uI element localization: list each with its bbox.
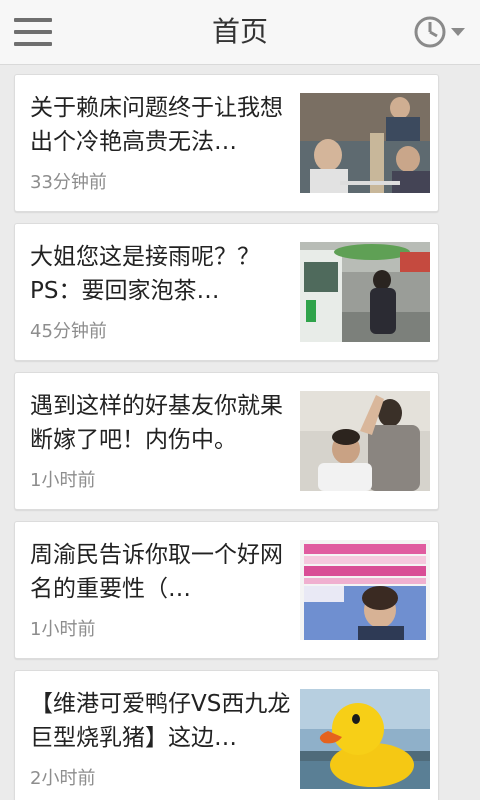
video-thumbnail [300, 93, 430, 193]
umbrella-photo [300, 242, 430, 342]
rubber-duck-photo [300, 689, 430, 789]
history-button[interactable] [412, 14, 468, 50]
feed-item[interactable]: 关于赖床问题终于让我想出个冷艳高贵无法… 33分钟前 [14, 74, 439, 212]
feed-item-time: 1小时前 [30, 619, 96, 640]
clock-icon [414, 16, 465, 48]
feed-item-title: 周渝民告诉你取一个好网名的重要性（… [30, 542, 283, 602]
page-title: 首页 [211, 15, 268, 48]
dropdown-arrow-icon [451, 28, 465, 36]
feed-item[interactable]: 遇到这样的好基友你就果断嫁了吧！内伤中。 1小时前 [14, 372, 439, 510]
feed-item-title: 大姐您这是接雨呢？？PS：要回家泡茶… [30, 244, 260, 304]
feed-item-time: 45分钟前 [30, 321, 107, 342]
feed-item-title: 遇到这样的好基友你就果断嫁了吧！内伤中。 [30, 393, 283, 453]
feed-item-time: 1小时前 [30, 470, 96, 491]
feed-item[interactable]: 大姐您这是接雨呢？？PS：要回家泡茶… 45分钟前 [14, 223, 439, 361]
feed-item-title: 【维港可爱鸭仔VS西九龙巨型烧乳猪】这边… [30, 691, 291, 751]
top-bar: 首页 [0, 0, 480, 65]
feed-item-title: 关于赖床问题终于让我想出个冷艳高贵无法… [30, 95, 283, 155]
feed-item-time: 33分钟前 [30, 172, 107, 193]
news-feed: 关于赖床问题终于让我想出个冷艳高贵无法… 33分钟前 大姐您这是接雨呢？？PS：… [0, 64, 480, 800]
feed-item[interactable]: 周渝民告诉你取一个好网名的重要性（… 1小时前 [14, 521, 439, 659]
friends-photo [300, 391, 430, 491]
tv-show-thumbnail [300, 540, 430, 640]
feed-item-time: 2小时前 [30, 768, 96, 789]
feed-item[interactable]: 【维港可爱鸭仔VS西九龙巨型烧乳猪】这边… 2小时前 [14, 670, 439, 800]
